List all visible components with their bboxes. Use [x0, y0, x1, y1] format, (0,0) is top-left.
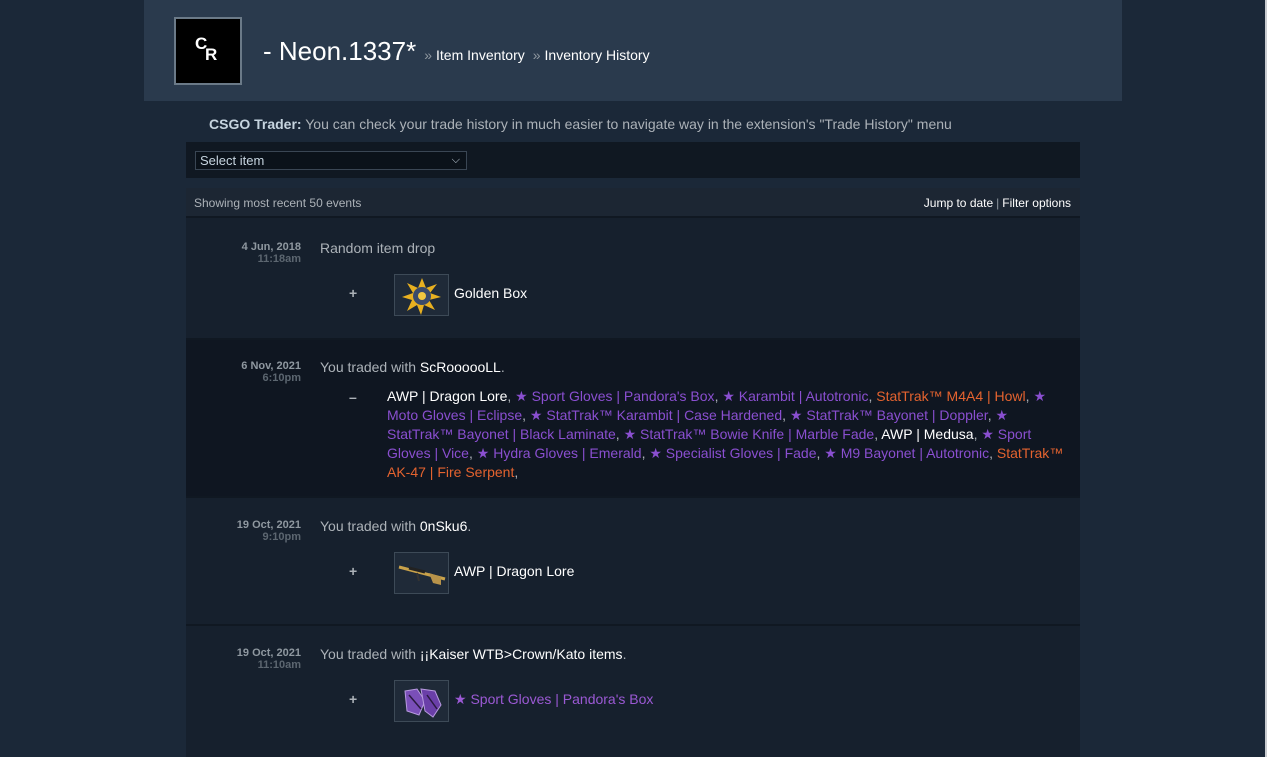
breadcrumb-separator: »	[424, 47, 433, 63]
item-comma: ,	[989, 445, 997, 461]
traded-items-list: AWP | Dragon Lore, ★ Sport Gloves | Pand…	[387, 387, 1067, 482]
filter-options-link[interactable]: Filter options	[1002, 196, 1071, 210]
item-comma: ,	[522, 407, 530, 423]
history-event: 19 Oct, 2021 9:10pm You traded with 0nSk…	[186, 498, 1080, 626]
removed-sign: –	[349, 389, 357, 405]
trade-partner-link[interactable]: ¡¡Kaiser WTB>Crown/Kato items	[420, 646, 623, 662]
added-sign: +	[349, 285, 358, 301]
profile-name[interactable]: - Neon.1337*	[263, 36, 416, 67]
profile-header: CR - Neon.1337* » Item Inventory » Inven…	[144, 0, 1122, 101]
traded-item-link[interactable]: AWP | Dragon Lore	[387, 388, 507, 404]
event-description: You traded with ScRoooooLL.	[320, 359, 505, 375]
header-links: Jump to date | Filter options	[924, 196, 1071, 210]
event-time: 11:10am	[257, 659, 301, 671]
showing-count-text: Showing most recent 50 events	[194, 196, 362, 210]
panel-header: Showing most recent 50 events Jump to da…	[186, 188, 1080, 218]
traded-item-link[interactable]: StatTrak™ M4A4 | Howl	[876, 388, 1025, 404]
breadcrumb-inventory-history[interactable]: Inventory History	[545, 47, 650, 63]
item-comma: ,	[507, 388, 516, 404]
notice-text: You can check your trade history in much…	[301, 116, 952, 132]
filter-bar: Select item ⌵	[186, 142, 1080, 178]
gloves-icon[interactable]	[394, 680, 449, 722]
event-description-suffix: .	[500, 359, 505, 375]
trade-partner-link[interactable]: ScRoooooLL	[420, 359, 501, 375]
awp-rifle-icon[interactable]	[394, 552, 449, 594]
event-time: 11:18am	[257, 253, 301, 265]
event-time: 6:10pm	[262, 372, 301, 384]
item-comma: ,	[468, 445, 477, 461]
item-name[interactable]: AWP | Dragon Lore	[454, 563, 574, 579]
event-description: You traded with ¡¡Kaiser WTB>Crown/Kato …	[320, 646, 626, 662]
event-time: 9:10pm	[262, 531, 301, 543]
history-event: 6 Nov, 2021 6:10pm You traded with ScRoo…	[186, 340, 1080, 498]
event-description: Random item drop	[320, 240, 436, 256]
item-comma: ,	[782, 407, 790, 423]
notice-label: CSGO Trader:	[209, 116, 302, 132]
item-select-dropdown[interactable]: Select item ⌵	[195, 151, 467, 170]
item-name[interactable]: ★ Sport Gloves | Pandora's Box	[454, 691, 653, 708]
traded-item-link[interactable]: ★ Sport Gloves | Pandora's Box	[515, 388, 714, 404]
trade-partner-link[interactable]: 0nSku6	[420, 518, 467, 534]
traded-item-link[interactable]: ★ Specialist Gloves | Fade	[649, 445, 816, 461]
traded-item-link[interactable]: ★ StatTrak™ Bowie Knife | Marble Fade	[624, 426, 875, 442]
event-description-prefix: You traded with	[320, 518, 420, 534]
traded-item-link[interactable]: ★ M9 Bayonet | Autotronic	[824, 445, 989, 461]
item-comma: ,	[615, 426, 624, 442]
event-description-suffix: .	[622, 646, 627, 662]
breadcrumb-item-inventory[interactable]: Item Inventory	[436, 47, 525, 63]
traded-item-link[interactable]: ★ StatTrak™ Bayonet | Doppler	[790, 407, 988, 423]
history-event: 19 Oct, 2021 11:10am You traded with ¡¡K…	[186, 626, 1080, 757]
event-description-prefix: You traded with	[320, 359, 420, 375]
history-panel: Showing most recent 50 events Jump to da…	[186, 188, 1080, 757]
traded-item-link[interactable]: ★ Hydra Gloves | Emerald	[477, 445, 642, 461]
page-title: - Neon.1337* » Item Inventory » Inventor…	[263, 36, 650, 67]
event-date: 6 Nov, 2021	[241, 360, 301, 372]
traded-item-link[interactable]: ★ StatTrak™ Karambit | Case Hardened	[530, 407, 782, 423]
select-value: Select item	[200, 153, 265, 168]
cr-logo-icon: CR	[195, 34, 218, 64]
event-description: You traded with 0nSku6.	[320, 518, 471, 534]
link-separator: |	[996, 196, 1000, 210]
added-sign: +	[349, 563, 358, 579]
event-description-prefix: You traded with	[320, 646, 420, 662]
item-comma: ,	[514, 464, 519, 480]
event-date: 19 Oct, 2021	[236, 519, 301, 531]
golden-box-icon[interactable]	[394, 274, 449, 316]
extension-notice: CSGO Trader: You can check your trade hi…	[209, 116, 952, 132]
avatar[interactable]: CR	[174, 17, 242, 85]
event-date: 19 Oct, 2021	[236, 647, 301, 659]
history-event: 4 Jun, 2018 11:18am Random item drop + G…	[186, 220, 1080, 340]
added-sign: +	[349, 691, 358, 707]
breadcrumb-separator: »	[532, 47, 541, 63]
event-description-suffix: .	[467, 518, 472, 534]
item-name[interactable]: Golden Box	[454, 285, 527, 301]
traded-item-link[interactable]: ★ Karambit | Autotronic	[722, 388, 868, 404]
event-date: 4 Jun, 2018	[241, 241, 301, 253]
jump-to-date-link[interactable]: Jump to date	[924, 196, 993, 210]
chevron-down-icon: ⌵	[451, 154, 460, 166]
traded-item-link[interactable]: AWP | Medusa	[881, 426, 973, 442]
